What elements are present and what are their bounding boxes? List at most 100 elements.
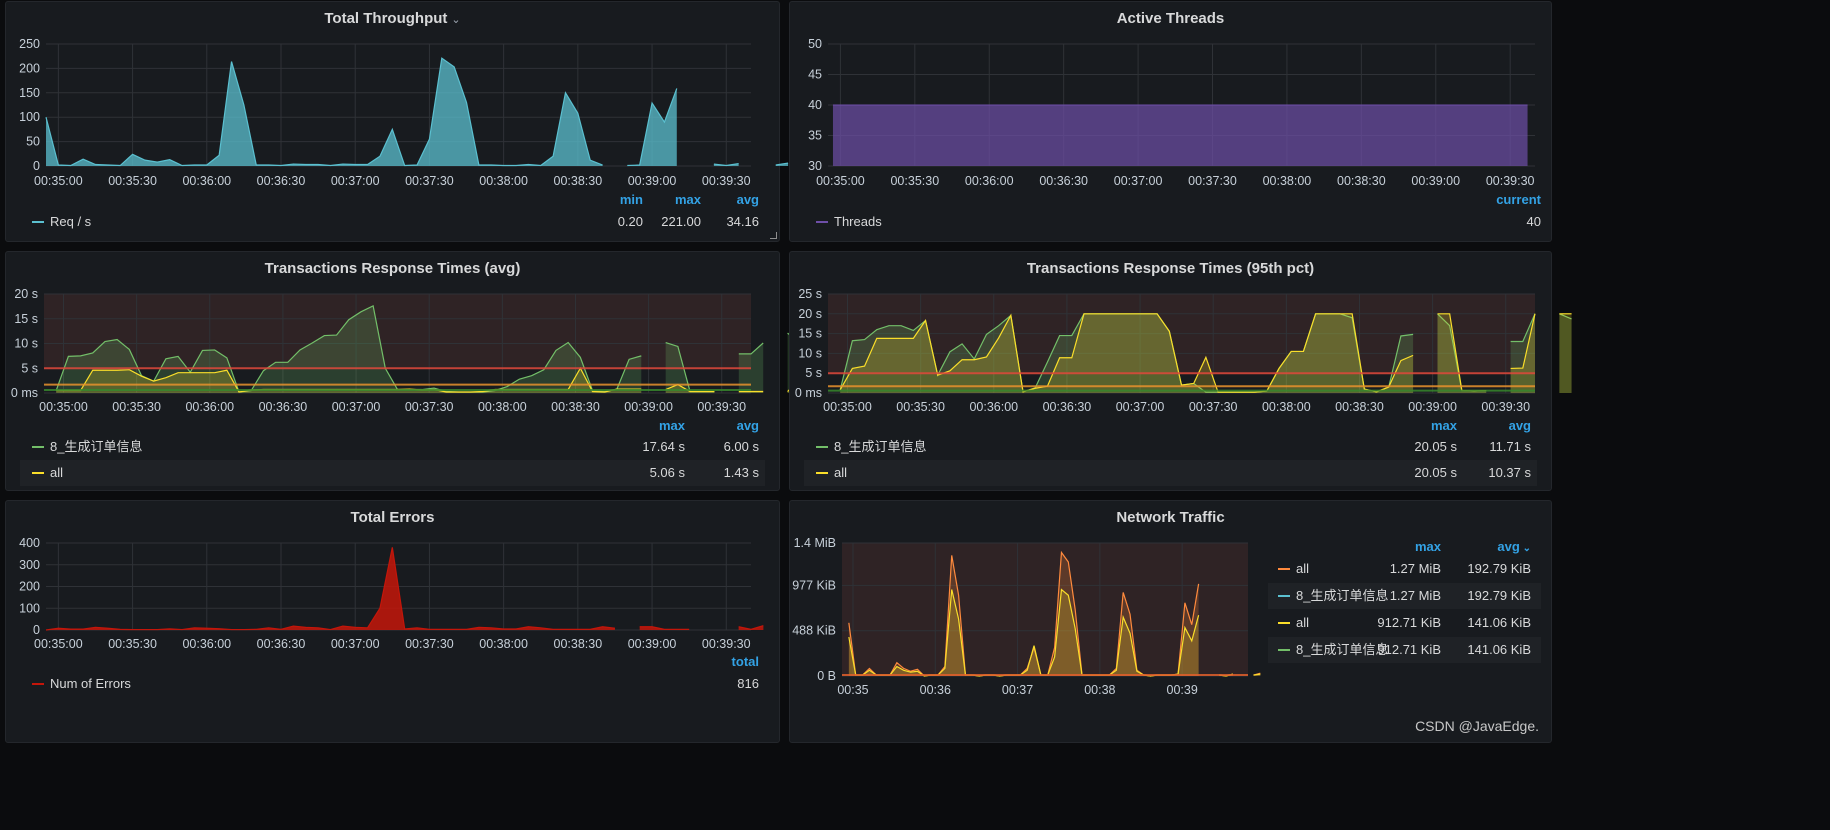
y-tick-label: 45: [808, 68, 822, 82]
legend-value-avg: 141.06 KiB: [1467, 615, 1531, 630]
legend-header-total[interactable]: total: [732, 654, 759, 669]
y-tick-label: 15 s: [14, 312, 38, 326]
x-tick-label: 00:36:00: [182, 174, 231, 188]
x-tick-label: 00:37:00: [332, 400, 381, 414]
y-tick-label: 50: [808, 37, 822, 51]
x-tick-label: 00:35:00: [39, 400, 88, 414]
legend-row[interactable]: 8_生成订单信息 17.64 s 6.00 s: [20, 434, 765, 460]
x-tick-label: 00:37:00: [331, 174, 380, 188]
legend: current Threads 40: [806, 192, 1541, 236]
legend-header-max[interactable]: max: [659, 418, 685, 433]
legend-row[interactable]: all 20.05 s 10.37 s: [804, 460, 1537, 486]
chevron-down-icon[interactable]: ⌄: [1520, 543, 1531, 554]
series-color-swatch[interactable]: [816, 446, 828, 448]
legend-row[interactable]: all 1.27 MiB 192.79 KiB: [1268, 556, 1541, 582]
legend: max avg 8_生成订单信息 17.64 s 6.00 s all 5.06 s 1.43…: [20, 418, 765, 486]
threshold-region: [44, 294, 751, 369]
legend-series-name[interactable]: all: [50, 460, 63, 486]
legend-header-avg[interactable]: avg: [1509, 418, 1531, 433]
x-tick-label: 00:39:30: [1481, 400, 1530, 414]
legend-value-max: 221.00: [661, 214, 701, 229]
legend-series-name[interactable]: 8_生成订单信息: [1296, 637, 1388, 663]
x-tick-label: 00:38:30: [1337, 174, 1386, 188]
y-tick-label: 100: [19, 110, 40, 124]
y-tick-label: 5 s: [21, 361, 38, 375]
legend-value-max: 1.27 MiB: [1389, 588, 1441, 603]
series-area: [1559, 313, 1572, 393]
y-tick-label: 10 s: [798, 346, 822, 360]
x-tick-label: 00:39:30: [702, 637, 751, 651]
series-color-swatch[interactable]: [816, 472, 828, 474]
legend-header-avg[interactable]: avg: [737, 418, 759, 433]
legend-header-avg[interactable]: avg: [737, 192, 759, 207]
legend-value-avg: 10.37 s: [1488, 465, 1531, 480]
y-tick-label: 488 KiB: [792, 624, 836, 638]
x-tick-label: 00:38: [1084, 683, 1115, 697]
y-tick-label: 977 KiB: [792, 578, 836, 592]
x-tick-label: 00:36:30: [1043, 400, 1092, 414]
y-tick-label: 250: [19, 37, 40, 51]
legend-value-max: 5.06 s: [649, 465, 685, 480]
series-color-swatch[interactable]: [32, 683, 44, 685]
resize-handle[interactable]: [770, 232, 777, 239]
x-tick-label: 00:39: [1167, 683, 1198, 697]
legend-series-name[interactable]: all: [1296, 556, 1309, 582]
legend-header-min[interactable]: min: [620, 192, 643, 207]
x-tick-label: 00:36:30: [257, 637, 306, 651]
legend-row[interactable]: 8_生成订单信息 912.71 KiB 141.06 KiB: [1268, 637, 1541, 663]
series-color-swatch[interactable]: [32, 221, 44, 223]
x-tick-label: 00:38:30: [554, 174, 603, 188]
legend-series-name[interactable]: all: [834, 460, 847, 486]
legend-row[interactable]: 8_生成订单信息 1.27 MiB 192.79 KiB: [1268, 583, 1541, 609]
legend-row[interactable]: Req / s 0.20 221.00 34.16: [22, 209, 763, 235]
series-color-swatch[interactable]: [1278, 622, 1290, 624]
y-tick-label: 30: [808, 159, 822, 173]
legend-series-name[interactable]: Num of Errors: [50, 671, 131, 697]
series-color-swatch[interactable]: [816, 221, 828, 223]
legend-value-max: 20.05 s: [1414, 465, 1457, 480]
legend-value-current: 40: [1526, 214, 1541, 229]
series-color-swatch[interactable]: [32, 472, 44, 474]
legend-row[interactable]: all 912.71 KiB 141.06 KiB: [1268, 610, 1541, 636]
series-color-swatch[interactable]: [1278, 568, 1290, 570]
x-tick-label: 00:36:00: [182, 637, 231, 651]
y-tick-label: 0: [33, 159, 40, 173]
legend-header-avg[interactable]: avg ⌄: [1497, 539, 1531, 554]
legend-header-max[interactable]: max: [675, 192, 701, 207]
x-tick-label: 00:38:00: [1262, 400, 1311, 414]
y-tick-label: 0 ms: [795, 386, 822, 400]
legend-header-max[interactable]: max: [1431, 418, 1457, 433]
legend-series-name[interactable]: all: [1296, 610, 1309, 636]
y-tick-label: 0 ms: [11, 386, 38, 400]
series-line: [45, 547, 616, 631]
legend-row[interactable]: all 5.06 s 1.43 s: [20, 460, 765, 486]
legend-series-name[interactable]: 8_生成订单信息: [834, 434, 926, 460]
legend: max avg ⌄ all 1.27 MiB 192.79 KiB 8_生成订单信息 1.2…: [1268, 539, 1541, 663]
legend-series-name[interactable]: 8_生成订单信息: [1296, 583, 1388, 609]
legend-row[interactable]: 8_生成订单信息 20.05 s 11.71 s: [804, 434, 1537, 460]
legend-series-name[interactable]: 8_生成订单信息: [50, 434, 142, 460]
legend-value-avg: 6.00 s: [723, 439, 759, 454]
y-tick-label: 0 B: [817, 669, 836, 683]
series-color-swatch[interactable]: [32, 446, 44, 448]
legend-value-avg: 11.71 s: [1489, 439, 1531, 454]
x-tick-label: 00:35:00: [34, 174, 83, 188]
x-tick-label: 00:37:00: [1114, 174, 1163, 188]
x-tick-label: 00:39:00: [1408, 400, 1457, 414]
legend-header-current[interactable]: current: [1496, 192, 1541, 207]
series-color-swatch[interactable]: [1278, 595, 1290, 597]
x-tick-label: 00:37:00: [331, 637, 380, 651]
x-tick-label: 00:39:00: [624, 400, 673, 414]
series-line: [45, 57, 603, 167]
x-tick-label: 00:39:00: [1411, 174, 1460, 188]
series-area: [46, 58, 603, 166]
legend-series-name[interactable]: Req / s: [50, 209, 91, 235]
x-tick-label: 00:35: [837, 683, 868, 697]
legend-row[interactable]: Threads 40: [806, 209, 1541, 235]
legend-series-name[interactable]: Threads: [834, 209, 882, 235]
legend-row[interactable]: Num of Errors 816: [22, 671, 763, 697]
legend-header-max[interactable]: max: [1415, 539, 1441, 554]
legend-value-max: 912.71 KiB: [1377, 642, 1441, 657]
x-tick-label: 00:37:30: [405, 400, 454, 414]
series-color-swatch[interactable]: [1278, 649, 1290, 651]
